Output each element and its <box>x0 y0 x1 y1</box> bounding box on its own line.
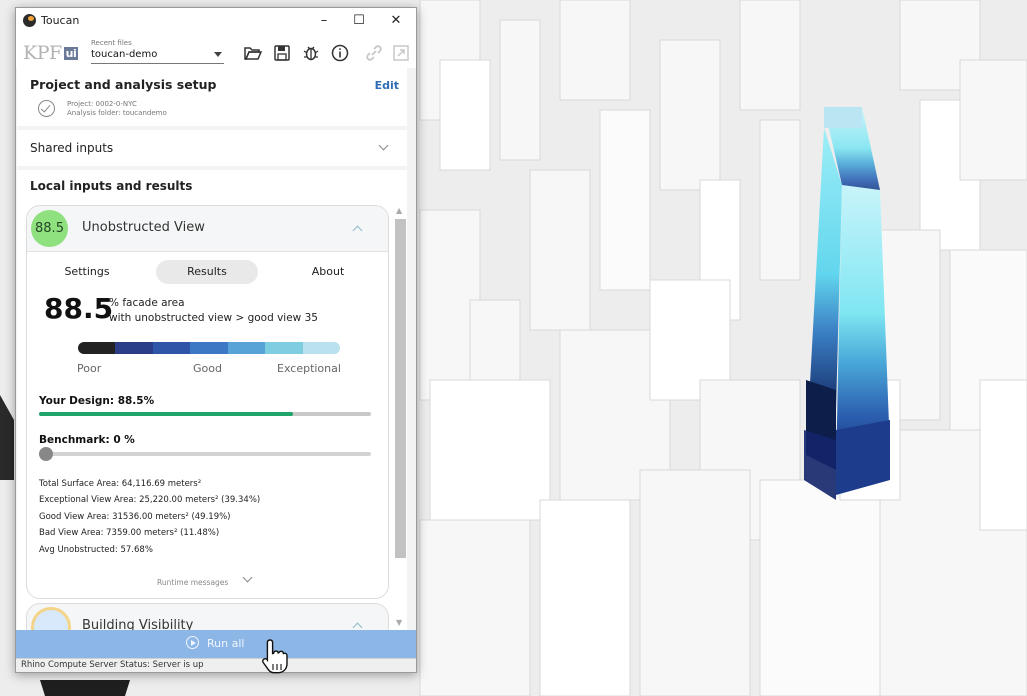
tab-about[interactable]: About <box>285 260 371 284</box>
kpf-ui-logo: KPF ui <box>23 42 79 64</box>
run-all-bar[interactable]: Run all <box>16 630 416 658</box>
maximize-button[interactable]: ☐ <box>341 11 377 31</box>
stat-good-view: Good View Area: 31536.00 meters² (49.19%… <box>39 512 231 522</box>
run-all-label: Run all <box>207 637 245 650</box>
chevron-down-icon <box>214 52 222 57</box>
rating-scale-segment <box>152 342 191 354</box>
visibility-title: Building Visibility <box>82 618 194 630</box>
unobstructed-view-card: 88.5 Unobstructed View Settings Results … <box>26 205 389 599</box>
your-design-progress <box>39 412 371 416</box>
rating-scale-bar <box>78 342 340 354</box>
folder-open-icon[interactable] <box>243 43 263 63</box>
scroll-up-arrow-icon[interactable]: ▲ <box>396 206 402 215</box>
chevron-down-icon[interactable] <box>378 140 389 151</box>
toucan-app-icon <box>23 14 36 27</box>
status-bar: Rhino Compute Server Status: Server is u… <box>16 658 416 672</box>
scroll-down-arrow-icon[interactable]: ▼ <box>396 618 402 627</box>
rating-scale-segment <box>115 342 153 354</box>
rating-scale-segment <box>302 342 340 354</box>
rating-scale-segment <box>78 342 116 354</box>
rating-scale-segment <box>227 342 266 354</box>
export-icon[interactable] <box>391 43 411 63</box>
recent-files-label: Recent files <box>91 39 132 47</box>
visibility-score-badge <box>31 607 71 630</box>
stat-exceptional-view: Exceptional View Area: 25,220.00 meters²… <box>39 495 261 505</box>
save-icon[interactable] <box>272 43 292 63</box>
project-setup-card: Project and analysis setup Edit Project:… <box>17 68 407 126</box>
rating-scale-segment <box>265 342 303 354</box>
play-icon <box>186 636 199 649</box>
result-value: 88.5 <box>44 292 114 325</box>
chevron-up-icon[interactable] <box>352 622 363 630</box>
chevron-down-icon[interactable] <box>242 572 253 583</box>
bug-icon[interactable] <box>301 43 321 63</box>
title-bar[interactable]: Toucan – ☐ ✕ <box>16 8 416 34</box>
project-id-text: Project: 0002-0-NYC <box>67 100 137 108</box>
scrollbar-thumb[interactable] <box>395 219 406 558</box>
shared-inputs-heading: Shared inputs <box>30 141 114 155</box>
your-design-label: Your Design: 88.5% <box>39 395 155 407</box>
stat-total-surface: Total Surface Area: 64,116.69 meters² <box>39 479 202 489</box>
logo-badge: ui <box>63 47 79 60</box>
project-setup-heading: Project and analysis setup <box>30 77 217 92</box>
result-unit: % facade area <box>109 297 185 309</box>
result-description: with unobstructed view > good view 35 <box>109 312 318 324</box>
recent-files-dropdown[interactable]: toucan-demo <box>91 48 224 64</box>
logo-text: KPF <box>23 42 62 64</box>
toucan-window: Toucan – ☐ ✕ KPF ui Recent files toucan-d… <box>15 7 417 673</box>
your-design-progress-fill <box>39 412 293 416</box>
server-status-text: Rhino Compute Server Status: Server is u… <box>21 660 204 670</box>
tab-results[interactable]: Results <box>156 260 258 284</box>
analysis-folder-text: Analysis folder: toucandemo <box>67 109 167 117</box>
benchmark-slider-track[interactable] <box>39 452 371 456</box>
toolbar: KPF ui Recent files toucan-demo <box>16 34 416 68</box>
panel-scroll-area[interactable]: Project and analysis setup Edit Project:… <box>16 68 416 630</box>
link-icon[interactable] <box>364 43 384 63</box>
vertical-scrollbar[interactable]: ▲ ▼ <box>394 205 407 629</box>
minimize-button[interactable]: – <box>306 11 342 31</box>
analysis-header[interactable]: 88.5 Unobstructed View <box>27 206 388 252</box>
runtime-messages-toggle[interactable]: Runtime messages <box>157 578 228 587</box>
run-all-button[interactable]: Run all <box>186 636 244 650</box>
hand-cursor-icon <box>262 639 288 674</box>
analysis-title: Unobstructed View <box>82 220 205 235</box>
edit-link[interactable]: Edit <box>375 79 399 92</box>
rating-scale-segment <box>190 342 228 354</box>
scale-label-good: Good <box>193 362 222 375</box>
benchmark-label: Benchmark: 0 % <box>39 434 135 446</box>
window-title: Toucan <box>41 14 80 27</box>
stat-bad-view: Bad View Area: 7359.00 meters² (11.48%) <box>39 528 220 538</box>
close-button[interactable]: ✕ <box>378 11 414 31</box>
shared-inputs-card[interactable]: Shared inputs <box>17 130 407 166</box>
check-circle-icon <box>38 100 55 117</box>
stat-avg-unobstructed: Avg Unobstructed: 57.68% <box>39 545 153 555</box>
info-icon[interactable] <box>330 43 350 63</box>
scale-label-poor: Poor <box>77 362 102 375</box>
local-inputs-heading: Local inputs and results <box>30 179 193 193</box>
chevron-up-icon[interactable] <box>352 225 363 236</box>
score-badge: 88.5 <box>31 210 68 247</box>
recent-files-value: toucan-demo <box>91 49 158 60</box>
benchmark-slider-handle[interactable] <box>39 447 53 461</box>
runtime-messages-label: Runtime messages <box>157 578 229 587</box>
tab-settings[interactable]: Settings <box>45 260 129 284</box>
analysis-tabs: Settings Results About <box>27 260 388 284</box>
scale-label-exceptional: Exceptional <box>277 362 341 375</box>
building-visibility-card[interactable]: Building Visibility <box>26 603 389 630</box>
